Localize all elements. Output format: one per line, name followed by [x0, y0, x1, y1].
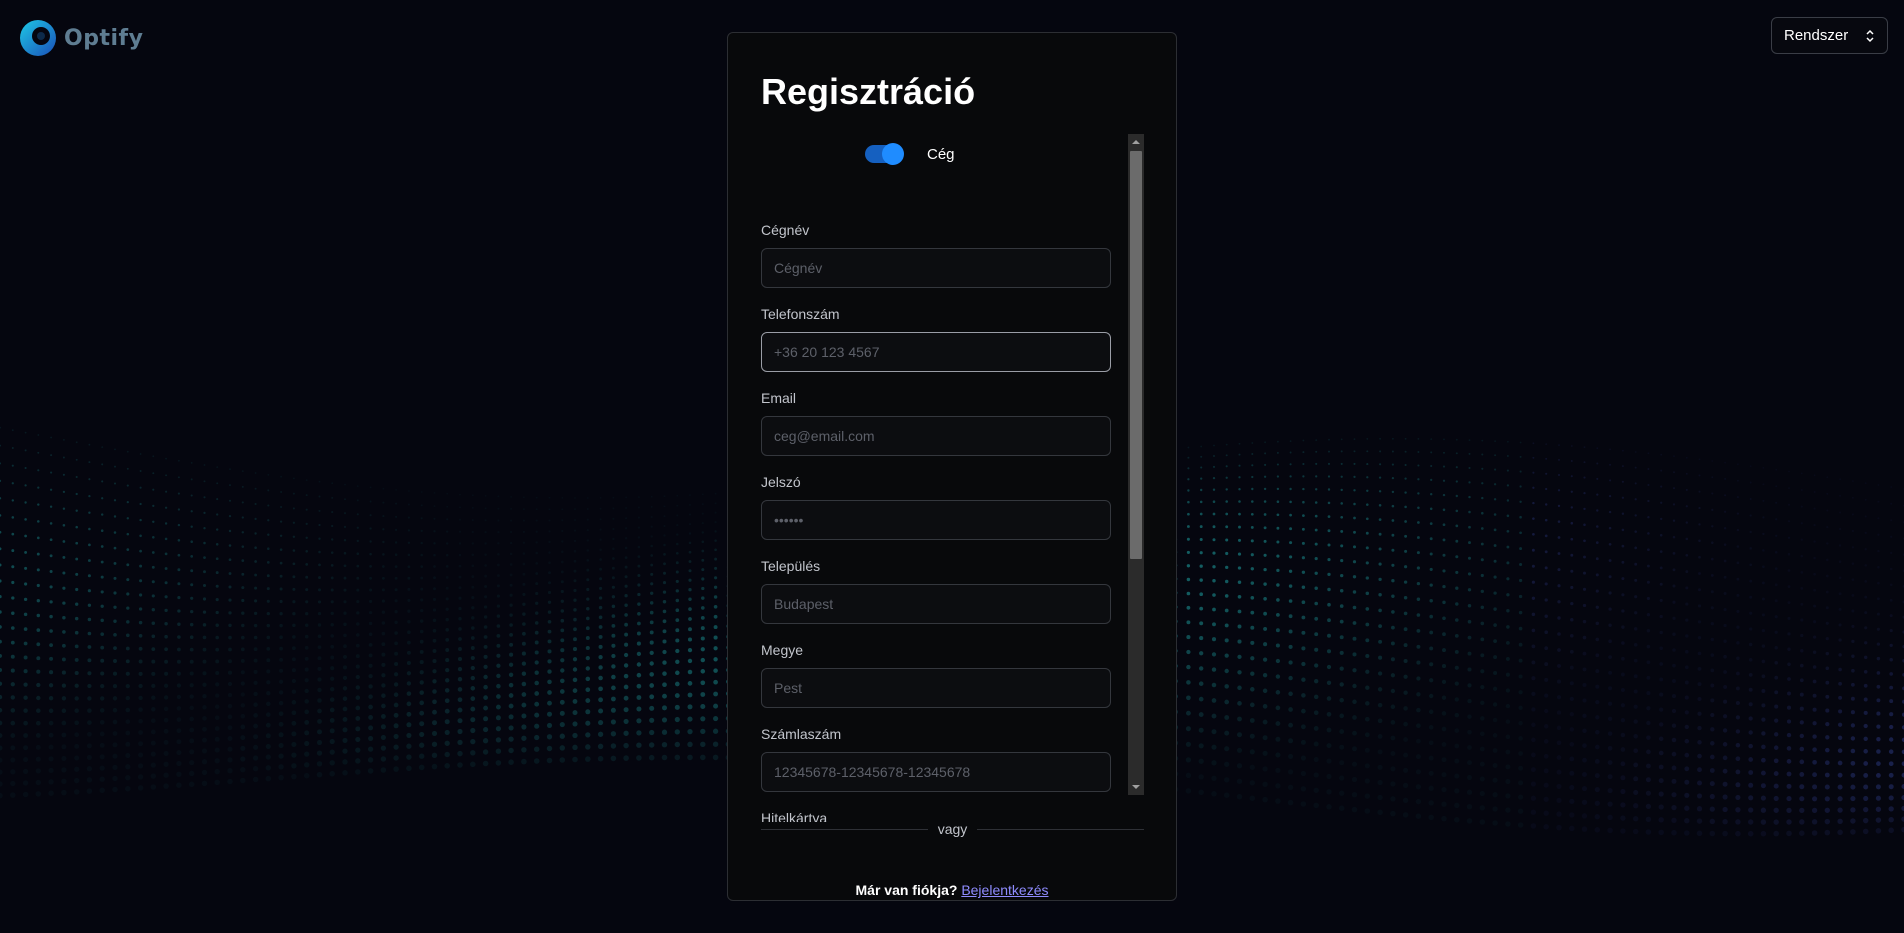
- city-label: Település: [761, 558, 821, 574]
- theme-select[interactable]: Rendszer: [1771, 17, 1888, 54]
- county-input[interactable]: [761, 668, 1111, 708]
- signin-link[interactable]: Bejelentkezés: [961, 882, 1048, 898]
- scroll-down-button[interactable]: [1128, 779, 1144, 795]
- company-toggle-label: Cég: [927, 145, 955, 163]
- company-name-label: Cégnév: [761, 222, 810, 238]
- scroll-thumb[interactable]: [1130, 151, 1142, 559]
- company-name-input[interactable]: [761, 248, 1111, 288]
- password-input[interactable]: [761, 500, 1111, 540]
- county-label: Megye: [761, 642, 804, 658]
- scroll-up-button[interactable]: [1128, 134, 1144, 150]
- page-title: Regisztráció: [761, 71, 976, 112]
- brand-name: Optify: [64, 25, 144, 51]
- triangle-up-icon: [1132, 140, 1140, 144]
- registration-card: Regisztráció Cég Cégnév Telefonszám Emai…: [727, 32, 1177, 901]
- chevron-up-down-icon: [1866, 29, 1874, 42]
- phone-label: Telefonszám: [761, 306, 840, 322]
- form-scrollbar[interactable]: [1128, 134, 1144, 795]
- bank-account-input[interactable]: [761, 752, 1111, 792]
- triangle-down-icon: [1132, 785, 1140, 789]
- signin-prompt: Már van fiókja? Bejelentkezés: [728, 882, 1176, 898]
- theme-select-value: Rendszer: [1784, 27, 1849, 44]
- switch-knob: [882, 143, 904, 165]
- email-input[interactable]: [761, 416, 1111, 456]
- divider-line-left: [761, 828, 928, 830]
- bank-account-label: Számlaszám: [761, 726, 842, 742]
- city-input[interactable]: [761, 584, 1111, 624]
- account-type-toggle-row: Cég: [865, 142, 955, 166]
- phone-input[interactable]: [761, 332, 1111, 372]
- optify-logo-icon: [20, 20, 56, 56]
- signin-question: Már van fiókja?: [855, 882, 958, 898]
- registration-form-scroll-area[interactable]: Cég Cégnév Telefonszám Email Jelszó Tele…: [761, 134, 1139, 822]
- divider-text: vagy: [937, 821, 968, 837]
- company-toggle-switch[interactable]: [865, 143, 904, 165]
- password-label: Jelszó: [761, 474, 801, 490]
- brand-logo[interactable]: Optify: [19, 19, 143, 57]
- email-label: Email: [761, 390, 797, 406]
- divider-line-right: [977, 828, 1145, 830]
- or-divider: vagy: [761, 821, 1145, 837]
